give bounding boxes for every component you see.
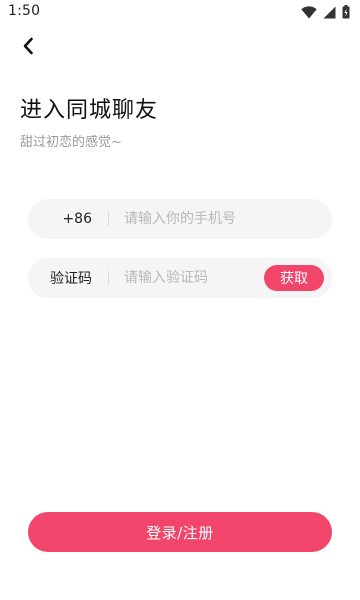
phone-field: +86 xyxy=(28,199,332,239)
battery-icon xyxy=(342,5,350,19)
status-icons xyxy=(301,5,350,19)
field-divider xyxy=(108,271,109,285)
status-bar: 1:50 xyxy=(0,0,360,24)
country-code[interactable]: +86 xyxy=(28,199,108,239)
status-time: 1:50 xyxy=(8,3,41,19)
get-code-button[interactable]: 获取 xyxy=(264,265,324,291)
wifi-icon xyxy=(301,5,317,19)
verification-code-field: 验证码 获取 xyxy=(28,258,332,298)
page-subtitle: 甜过初恋的感觉~ xyxy=(20,135,122,150)
verification-code-input[interactable] xyxy=(124,258,264,298)
chevron-left-icon xyxy=(22,37,34,59)
field-divider xyxy=(108,212,109,226)
verification-code-label: 验证码 xyxy=(50,271,92,287)
phone-input[interactable] xyxy=(124,199,314,239)
signal-icon xyxy=(323,6,336,19)
login-register-button[interactable]: 登录/注册 xyxy=(28,512,332,552)
back-button[interactable] xyxy=(14,36,42,60)
page-title: 进入同城聊友 xyxy=(20,98,159,123)
